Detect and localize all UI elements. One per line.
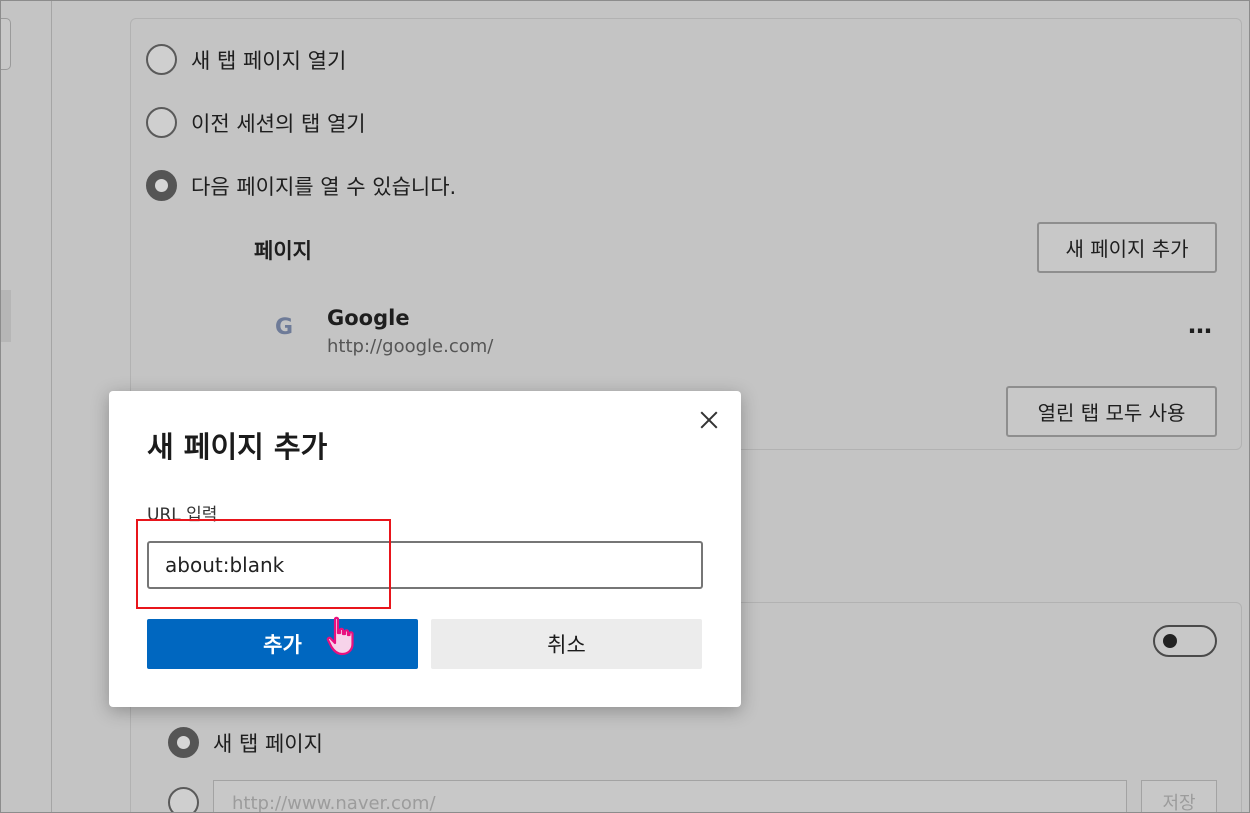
radio-option-specific-pages[interactable]: 다음 페이지를 열 수 있습니다. [146, 170, 456, 201]
radio-label: 다음 페이지를 열 수 있습니다. [191, 174, 457, 199]
radio-option-home-new-tab[interactable]: 새 탭 페이지 [168, 727, 323, 758]
cancel-button[interactable]: 취소 [431, 619, 702, 669]
radio-option-new-tab[interactable]: 새 탭 페이지 열기 [146, 44, 346, 75]
add-page-dialog: 새 페이지 추가 URL 입력 추가 취소 [109, 391, 741, 707]
radio-button[interactable] [146, 44, 177, 75]
home-button-toggle[interactable] [1153, 625, 1217, 657]
close-icon[interactable] [694, 405, 724, 435]
radio-button[interactable] [168, 787, 199, 813]
dialog-title: 새 페이지 추가 [147, 430, 328, 464]
add-new-page-button[interactable]: 새 페이지 추가 [1037, 222, 1217, 273]
left-nav-rail [0, 0, 52, 813]
rail-active-indicator [0, 290, 11, 342]
pages-heading: 페이지 [254, 239, 312, 263]
toggle-knob [1163, 634, 1177, 648]
radio-button[interactable] [146, 107, 177, 138]
home-url-input[interactable]: http://www.naver.com/ [213, 780, 1127, 813]
more-options-icon[interactable]: … [1188, 311, 1212, 339]
add-button[interactable]: 추가 [147, 619, 418, 669]
page-item-url: http://google.com/ [327, 336, 494, 357]
page-item-name: Google [327, 306, 410, 330]
google-icon: G [275, 315, 294, 340]
rail-tab[interactable] [0, 18, 11, 70]
radio-option-home-url[interactable] [168, 787, 199, 813]
use-all-open-tabs-button[interactable]: 열린 탭 모두 사용 [1006, 386, 1217, 437]
radio-button-selected[interactable] [168, 727, 199, 758]
url-input-label: URL 입력 [147, 505, 218, 525]
radio-button-selected[interactable] [146, 170, 177, 201]
radio-option-previous-session[interactable]: 이전 세션의 탭 열기 [146, 107, 366, 138]
url-input[interactable] [147, 541, 703, 589]
radio-label: 새 탭 페이지 열기 [191, 48, 347, 73]
radio-label: 새 탭 페이지 [213, 731, 323, 756]
radio-label: 이전 세션의 탭 열기 [191, 111, 366, 136]
save-button[interactable]: 저장 [1141, 780, 1217, 813]
